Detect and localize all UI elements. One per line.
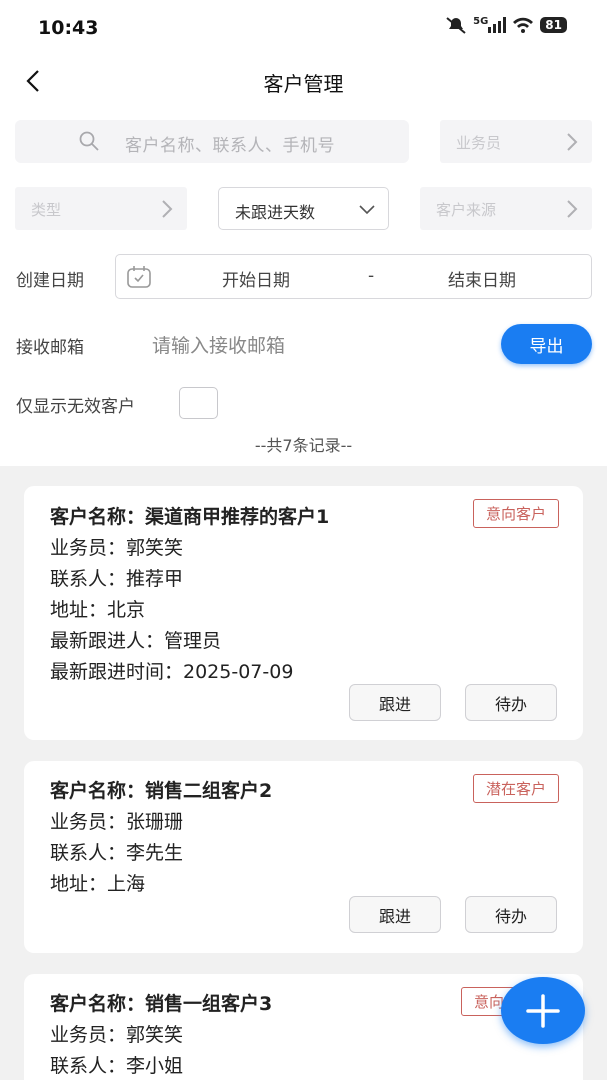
customer-card[interactable]: 客户名称：渠道商甲推荐的客户1 意向客户 业务员：郭笑笑 联系人：推荐甲 地址：…: [24, 486, 583, 740]
calendar-icon: [127, 266, 151, 288]
salesperson-label: 业务员: [456, 134, 502, 152]
customer-contact: 联系人：李先生: [50, 842, 184, 864]
chevron-right-icon: [162, 200, 173, 218]
customer-salesperson: 业务员：郭笑笑: [50, 537, 184, 559]
network-label: 5G: [473, 15, 489, 27]
invalid-only-label: 仅显示无效客户: [16, 397, 135, 417]
date-range-picker[interactable]: 开始日期 - 结束日期: [115, 254, 592, 299]
status-bar: 10:43 5G 81: [0, 0, 607, 56]
todo-button[interactable]: 待办: [465, 896, 557, 933]
plus-icon: [526, 993, 560, 1028]
customer-salesperson: 业务员：郭笑笑: [50, 1024, 184, 1046]
mute-icon: [446, 17, 466, 34]
customer-salesperson: 业务员：张珊珊: [50, 811, 184, 833]
customer-latest-time: 最新跟进时间：2025-07-09: [50, 661, 294, 683]
page-title: 客户管理: [263, 72, 344, 96]
invalid-only-checkbox[interactable]: [179, 387, 218, 419]
email-field[interactable]: 请输入接收邮箱: [152, 331, 285, 358]
customer-name: 客户名称：销售一组客户3: [50, 993, 273, 1015]
search-icon: [79, 131, 99, 151]
follow-button[interactable]: 跟进: [349, 896, 441, 933]
status-badge: 潜在客户: [472, 774, 559, 803]
type-select[interactable]: 类型: [15, 187, 187, 230]
status-badge: 意向客户: [472, 499, 559, 528]
signal-icon: [488, 17, 507, 33]
todo-button[interactable]: 待办: [465, 684, 557, 721]
status-icons: 5G 81: [445, 16, 567, 34]
battery-icon: 81: [540, 17, 567, 33]
customer-address: 地址：北京: [50, 599, 146, 621]
add-customer-button[interactable]: [501, 977, 585, 1044]
customer-contact: 联系人：李小姐: [50, 1055, 184, 1077]
date-end[interactable]: 结束日期: [448, 266, 516, 291]
customer-contact: 联系人：推荐甲: [50, 568, 184, 590]
customer-name: 客户名称：销售二组客户2: [50, 780, 273, 802]
search-placeholder: 客户名称、联系人、手机号: [125, 136, 335, 156]
source-label: 客户来源: [436, 201, 497, 219]
customer-name: 客户名称：渠道商甲推荐的客户1: [50, 506, 330, 528]
search-input[interactable]: 客户名称、联系人、手机号: [15, 120, 409, 163]
export-button[interactable]: 导出: [501, 324, 592, 364]
nav-bar: 客户管理: [0, 56, 607, 106]
follow-button[interactable]: 跟进: [349, 684, 441, 721]
date-separator: -: [368, 266, 375, 286]
wifi-icon: [513, 17, 534, 33]
type-label: 类型: [31, 201, 62, 219]
source-select[interactable]: 客户来源: [420, 187, 592, 230]
email-label: 接收邮箱: [16, 338, 84, 358]
salesperson-select[interactable]: 业务员: [440, 120, 592, 163]
customer-latest-follower: 最新跟进人：管理员: [50, 630, 222, 652]
chevron-right-icon: [567, 133, 578, 151]
days-dropdown-label: 未跟进天数: [235, 203, 316, 222]
days-dropdown[interactable]: 未跟进天数: [218, 187, 389, 230]
created-date-label: 创建日期: [16, 271, 84, 291]
chevron-down-icon: [359, 205, 375, 215]
customer-card[interactable]: 客户名称：销售二组客户2 潜在客户 业务员：张珊珊 联系人：李先生 地址：上海 …: [24, 761, 583, 953]
chevron-right-icon: [567, 200, 578, 218]
date-start[interactable]: 开始日期: [222, 266, 290, 291]
record-count: --共7条记录--: [254, 436, 353, 455]
customer-card[interactable]: 客户名称：销售一组客户3 意向 业务员：郭笑笑 联系人：李小姐: [24, 974, 583, 1080]
status-time: 10:43: [38, 17, 99, 39]
customer-address: 地址：上海: [50, 873, 146, 895]
